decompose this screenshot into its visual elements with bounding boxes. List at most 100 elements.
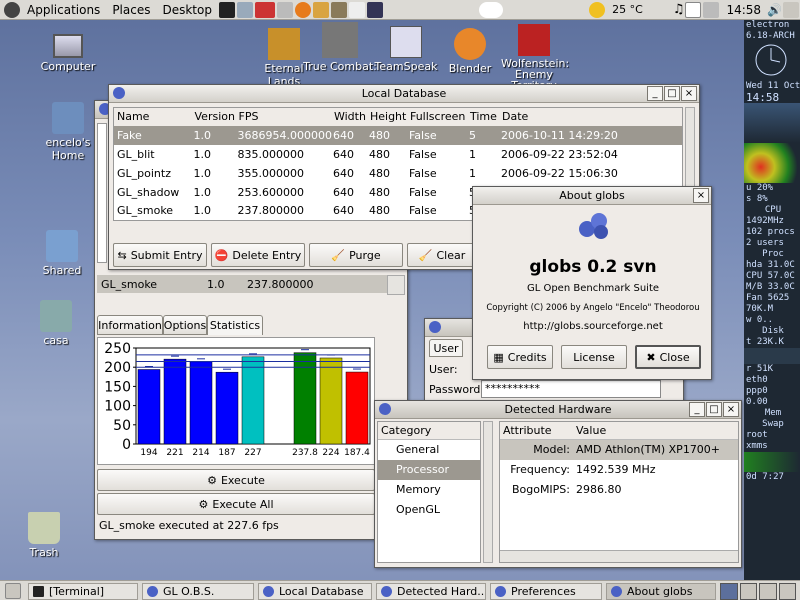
minimize-button[interactable]: _	[689, 402, 705, 417]
col-fullscreen[interactable]: Fullscreen	[409, 108, 469, 126]
tab-information[interactable]: Information	[97, 315, 163, 335]
power-icon[interactable]	[703, 1, 720, 18]
table-cell: 480	[368, 204, 390, 218]
about-title: About globs	[559, 189, 625, 202]
about-titlebar[interactable]: About globs ×	[473, 187, 711, 205]
monitor-launcher-icon[interactable]	[254, 1, 275, 18]
col-fps[interactable]: FPS	[238, 108, 333, 126]
desktop-icon-computer[interactable]: Computer	[28, 30, 108, 73]
game-launcher-icon[interactable]	[348, 1, 365, 18]
col-name[interactable]: Name	[114, 108, 194, 126]
task-terminal[interactable]: [Terminal]	[28, 583, 138, 600]
category-header[interactable]: Category	[378, 422, 480, 440]
gnome-foot-icon[interactable]	[4, 1, 20, 18]
conky-freq: 1492MHz	[746, 216, 784, 226]
menu-applications[interactable]: Applications	[21, 0, 106, 20]
hardware-titlebar[interactable]: Detected Hardware _ □ ×	[375, 401, 741, 419]
table-row[interactable]: GL_pointz 1.0 355.000000 640 480 False 1 2006-0…	[114, 164, 683, 183]
table-row[interactable]: GL_blit 1.0 835.000000 640 480 False 1 2006-09-…	[114, 145, 683, 164]
task-local-database[interactable]: Local Database	[258, 583, 372, 600]
tab-options[interactable]: Options	[163, 315, 207, 335]
desktop-icon-casa[interactable]: casa	[16, 300, 96, 347]
close-button[interactable]: ×	[723, 402, 739, 417]
close-about-button[interactable]: ✖ Close	[635, 345, 701, 369]
close-button[interactable]: ×	[681, 86, 697, 101]
gimp-launcher-icon[interactable]	[330, 1, 347, 18]
x-tick-label: 214	[192, 448, 209, 458]
col-height[interactable]: Height	[369, 108, 409, 126]
maximize-button[interactable]: □	[664, 86, 680, 101]
menu-desktop[interactable]: Desktop	[156, 0, 218, 20]
trash-label: Trash	[29, 546, 59, 559]
detected-hardware-window: Detected Hardware _ □ × Category General…	[374, 400, 742, 568]
clock[interactable]: 14:58	[720, 0, 767, 20]
table-cell: 640	[332, 185, 354, 199]
workspace-4[interactable]	[778, 583, 796, 600]
mail-launcher-icon[interactable]	[312, 1, 329, 18]
license-button[interactable]: License	[561, 345, 627, 369]
category-item[interactable]: OpenGL	[378, 500, 480, 520]
maximize-button[interactable]: □	[706, 402, 722, 417]
task-detected-hardware[interactable]: Detected Hard...	[376, 583, 486, 600]
category-item[interactable]: Memory	[378, 480, 480, 500]
submit-entry-button[interactable]: ⇆ Submit Entry	[113, 243, 207, 267]
col-time[interactable]: Time	[469, 108, 501, 126]
category-scrollbar[interactable]	[483, 421, 493, 563]
local-database-titlebar[interactable]: Local Database _ □ ×	[109, 85, 699, 103]
task-label: GL O.B.S.	[163, 585, 215, 598]
conky-disk-title: Disk	[762, 326, 784, 336]
workspace-switcher[interactable]	[720, 583, 796, 600]
desktop-icon-wolfenstein[interactable]: Wolfenstein: Enemy Territory	[494, 24, 574, 91]
attribute-row[interactable]: Model: AMD Athlon(TM) XP1700+	[500, 440, 738, 460]
attribute-hscrollbar[interactable]	[500, 550, 738, 562]
weather-temp[interactable]: 25 °C	[606, 0, 649, 20]
attribute-row[interactable]: BogoMIPS: 2986.80	[500, 480, 738, 500]
firefox-launcher-icon[interactable]	[294, 1, 311, 18]
delete-entry-button[interactable]: ⛔ Delete Entry	[211, 243, 305, 267]
notes-icon[interactable]	[685, 1, 702, 18]
minimize-button[interactable]: _	[647, 86, 663, 101]
tab-user[interactable]: User	[429, 339, 463, 357]
attribute-row[interactable]: Frequency: 1492.539 MHz	[500, 460, 738, 480]
execute-button[interactable]: ⚙ Execute	[97, 469, 375, 491]
purge-button[interactable]: 🧹 Purge	[309, 243, 403, 267]
category-item[interactable]: Processor	[378, 460, 480, 480]
main-tabs: Information Options Statistics	[97, 315, 263, 335]
selected-test-row[interactable]: GL_smoke 1.0 237.800000	[97, 275, 387, 293]
password-field[interactable]: **********	[481, 380, 661, 398]
music-note-icon[interactable]: ♫	[673, 2, 685, 17]
value-header[interactable]: Value	[576, 422, 606, 439]
wizard-launcher-icon[interactable]	[366, 1, 383, 18]
task-preferences[interactable]: Preferences	[490, 583, 602, 600]
menu-places[interactable]: Places	[106, 0, 156, 20]
task-about-globs[interactable]: About globs	[606, 583, 716, 600]
editor-launcher-icon[interactable]	[236, 1, 253, 18]
volume-icon[interactable]: 🔊	[767, 3, 782, 17]
blender-label: Blender	[448, 62, 492, 75]
workspace-1[interactable]	[720, 583, 738, 600]
task-globs[interactable]: GL O.B.S.	[142, 583, 254, 600]
col-version[interactable]: Version	[194, 108, 238, 126]
col-width[interactable]: Width	[333, 108, 369, 126]
col-date[interactable]: Date	[501, 108, 683, 126]
terminal-launcher-icon[interactable]	[218, 1, 235, 18]
execute-all-button[interactable]: ⚙ Execute All	[97, 493, 375, 515]
delete-label: Delete Entry	[232, 248, 302, 262]
workspace-3[interactable]	[759, 583, 777, 600]
tab-statistics[interactable]: Statistics	[207, 315, 263, 335]
category-item[interactable]: General	[378, 440, 480, 460]
credits-button[interactable]: ▦ Credits	[487, 345, 553, 369]
home-label: encelo's Home	[45, 136, 91, 162]
main-scrollbar[interactable]	[387, 275, 405, 295]
attribute-header[interactable]: Attribute	[500, 422, 576, 439]
close-button[interactable]: ×	[693, 188, 709, 203]
desktop-icon-trash[interactable]: Trash	[4, 512, 84, 559]
calculator-launcher-icon[interactable]	[276, 1, 293, 18]
workspace-2[interactable]	[739, 583, 757, 600]
clear-button[interactable]: 🧹 Clear	[407, 243, 477, 267]
table-row[interactable]: Fake 1.0 3686954.000000 640 480 False 5 2006-10…	[113, 125, 683, 145]
quit-icon[interactable]	[783, 1, 799, 18]
show-desktop-icon[interactable]	[5, 583, 21, 599]
desktop-icon-shared[interactable]: Shared	[22, 230, 102, 277]
about-url[interactable]: http://globs.sourceforge.net	[473, 321, 713, 332]
